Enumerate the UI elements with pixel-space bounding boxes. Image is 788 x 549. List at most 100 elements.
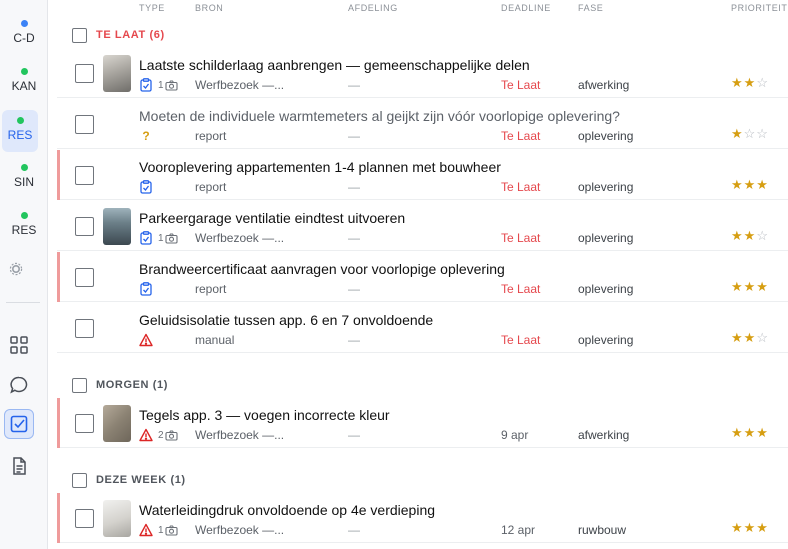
task-row[interactable]: Vooroplevering appartementen 1-4 plannen… [57, 150, 788, 200]
camera-icon [165, 429, 178, 441]
priority-stars[interactable]: ★☆☆ [731, 126, 769, 142]
status-dot-icon [20, 68, 28, 75]
group-header-deze-week: DEZE WEEK (1) [72, 471, 186, 489]
priority-stars[interactable]: ★★★ [731, 279, 769, 295]
priority-stars[interactable]: ★★☆ [731, 330, 769, 346]
project-item-kan[interactable]: KAN [0, 68, 48, 93]
camera-icon [165, 232, 178, 244]
star-empty-icon: ☆☆ [743, 126, 769, 141]
task-checkbox[interactable] [75, 319, 94, 338]
priority-stars[interactable]: ★★★ [731, 425, 769, 441]
camera-icon [165, 79, 178, 91]
star-empty-icon: ☆ [756, 75, 769, 90]
task-checkbox[interactable] [75, 64, 94, 83]
task-checkbox[interactable] [75, 268, 94, 287]
star-filled-icon: ★★★ [731, 425, 769, 440]
task-row[interactable]: Parkeergarage ventilatie eindtest uitvoe… [57, 201, 788, 251]
task-source: Werfbezoek —... [195, 428, 285, 442]
dashboard-grid-icon[interactable] [4, 330, 34, 360]
priority-stars[interactable]: ★★★ [731, 177, 769, 193]
warning-icon [139, 428, 153, 442]
project-item-sin[interactable]: SIN [0, 164, 48, 189]
task-fase: oplevering [578, 282, 634, 296]
photo-thumbnail[interactable] [103, 500, 131, 537]
tasks-icon[interactable] [4, 409, 34, 439]
task-afdeling: — [348, 78, 360, 92]
task-type: 1 [139, 523, 178, 537]
task-row[interactable]: Tegels app. 3 — voegen incorrecte kleur … [57, 398, 788, 448]
task-title[interactable]: Moeten de individuele warmtemeters al ge… [139, 108, 620, 124]
document-icon[interactable] [4, 451, 34, 481]
photo-thumbnail[interactable] [103, 55, 131, 92]
star-empty-icon: ☆ [756, 330, 769, 345]
task-title[interactable]: Tegels app. 3 — voegen incorrecte kleur [139, 407, 390, 423]
project-item-c-d[interactable]: C-D [0, 20, 48, 45]
clipboard-check-icon [140, 231, 152, 245]
project-item-res-active[interactable]: RES [2, 110, 38, 152]
task-checkbox[interactable] [75, 217, 94, 236]
task-afdeling: — [348, 129, 360, 143]
project-label: RES [11, 223, 37, 237]
photo-thumbnail[interactable] [103, 208, 131, 245]
task-fase: afwerking [578, 428, 630, 442]
project-label: SIN [13, 175, 34, 189]
column-header-fase[interactable]: FASE [578, 3, 603, 13]
task-title[interactable]: Geluidsisolatie tussen app. 6 en 7 onvol… [139, 312, 433, 328]
group-count: (6) [149, 29, 165, 41]
task-deadline: Te Laat [501, 231, 541, 245]
task-source: report [195, 282, 227, 296]
column-header-type[interactable]: TYPE [139, 3, 165, 13]
task-row[interactable]: Geluidsisolatie tussen app. 6 en 7 onvol… [57, 303, 788, 353]
priority-stars[interactable]: ★★☆ [731, 75, 769, 91]
clipboard-check-icon [140, 78, 152, 92]
task-deadline: Te Laat [501, 78, 541, 92]
task-type: ? [139, 129, 153, 143]
task-title[interactable]: Laatste schilderlaag aanbrengen — gemeen… [139, 57, 530, 73]
star-filled-icon: ★★★ [731, 520, 769, 535]
task-checkbox[interactable] [75, 166, 94, 185]
status-dot-icon [20, 212, 28, 219]
task-type [139, 180, 153, 194]
chat-icon[interactable] [4, 370, 34, 400]
task-row[interactable]: Moeten de individuele warmtemeters al ge… [57, 99, 788, 149]
star-filled-icon: ★★ [731, 75, 757, 90]
task-type: 1 [139, 78, 178, 92]
task-type: 1 [139, 231, 178, 245]
task-row[interactable]: Waterleidingdruk onvoldoende op 4e verdi… [57, 493, 788, 543]
task-afdeling: — [348, 428, 360, 442]
task-row[interactable]: Laatste schilderlaag aanbrengen — gemeen… [57, 48, 788, 98]
column-header-deadline[interactable]: DEADLINE [501, 3, 551, 13]
task-title[interactable]: Waterleidingdruk onvoldoende op 4e verdi… [139, 502, 435, 518]
task-title[interactable]: Parkeergarage ventilatie eindtest uitvoe… [139, 210, 405, 226]
column-header-prioriteit[interactable]: PRIORITEIT [731, 3, 788, 13]
project-item-res[interactable]: RES [0, 212, 48, 237]
group-label: MORGEN [96, 379, 150, 391]
group-label: DEZE WEEK [96, 474, 167, 486]
star-filled-icon: ★★★ [731, 177, 769, 192]
priority-stars[interactable]: ★★★ [731, 520, 769, 536]
task-row[interactable]: Brandweercertificaat aanvragen voor voor… [57, 252, 788, 302]
group-count: (1) [152, 379, 169, 391]
task-deadline: Te Laat [501, 282, 541, 296]
priority-stars[interactable]: ★★☆ [731, 228, 769, 244]
task-fase: oplevering [578, 129, 634, 143]
group-select-checkbox[interactable] [72, 377, 87, 393]
settings-gear-icon[interactable] [9, 262, 23, 276]
task-title[interactable]: Brandweercertificaat aanvragen voor voor… [139, 261, 505, 277]
column-header-afdeling[interactable]: AFDELING [348, 3, 398, 13]
task-source: manual [195, 333, 235, 347]
group-select-checkbox[interactable] [72, 472, 87, 488]
star-filled-icon: ★★★ [731, 279, 769, 294]
group-header-morgen: MORGEN (1) [72, 376, 168, 394]
task-afdeling: — [348, 333, 360, 347]
task-deadline: 12 apr [501, 523, 536, 537]
warning-icon [139, 333, 153, 347]
task-title[interactable]: Vooroplevering appartementen 1-4 plannen… [139, 159, 501, 175]
photo-thumbnail[interactable] [103, 405, 131, 442]
photo-count: 1 [158, 524, 164, 536]
task-checkbox[interactable] [75, 115, 94, 134]
task-checkbox[interactable] [75, 509, 94, 528]
task-checkbox[interactable] [75, 414, 94, 433]
column-header-bron[interactable]: BRON [195, 3, 223, 13]
group-select-checkbox[interactable] [72, 27, 87, 43]
